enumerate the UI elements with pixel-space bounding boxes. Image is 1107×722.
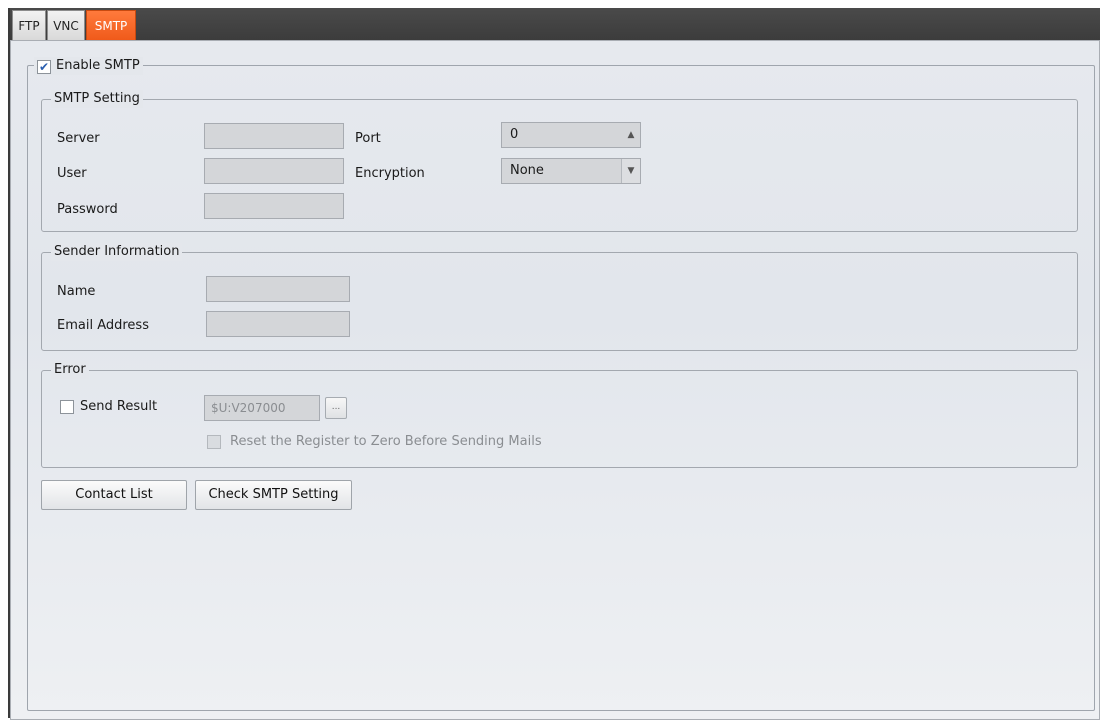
- tab-strip: [10, 8, 1100, 40]
- password-label: Password: [57, 202, 118, 217]
- sender-name-input[interactable]: [206, 276, 350, 302]
- contact-list-button[interactable]: Contact List: [41, 480, 187, 510]
- port-label: Port: [355, 131, 381, 146]
- enable-smtp-checkbox[interactable]: ✔: [37, 60, 51, 74]
- send-result-checkbox[interactable]: [60, 400, 74, 414]
- user-label: User: [57, 166, 87, 181]
- register-browse-button[interactable]: ...: [325, 397, 347, 419]
- tab-smtp[interactable]: SMTP: [86, 10, 136, 40]
- sender-information-legend: Sender Information: [51, 243, 183, 261]
- encryption-value: None: [510, 163, 544, 178]
- sender-information-group: [41, 252, 1078, 351]
- error-group: [41, 370, 1078, 468]
- reset-register-checkbox[interactable]: [207, 435, 221, 449]
- email-address-label: Email Address: [57, 318, 149, 333]
- register-input[interactable]: $U:V207000: [204, 395, 320, 421]
- tab-vnc[interactable]: VNC: [47, 10, 85, 40]
- dropdown-icon[interactable]: ▼: [621, 159, 640, 183]
- encryption-select[interactable]: None ▼: [501, 158, 641, 184]
- encryption-label: Encryption: [355, 166, 425, 181]
- port-spinner[interactable]: 0 ▲: [501, 122, 641, 148]
- name-label: Name: [57, 284, 96, 299]
- server-label: Server: [57, 131, 100, 146]
- password-input[interactable]: [204, 193, 344, 219]
- enable-smtp-label: Enable SMTP: [56, 58, 140, 73]
- tab-ftp[interactable]: FTP: [12, 10, 46, 40]
- sender-email-input[interactable]: [206, 311, 350, 337]
- port-value: 0: [510, 127, 519, 142]
- checkmark-icon: ✔: [38, 60, 50, 74]
- error-legend: Error: [51, 361, 89, 379]
- reset-register-label: Reset the Register to Zero Before Sendin…: [230, 434, 542, 449]
- server-input[interactable]: [204, 123, 344, 149]
- enable-smtp-legend: ✔ Enable SMTP: [34, 57, 143, 75]
- spin-up-icon[interactable]: ▲: [622, 123, 640, 147]
- check-smtp-setting-button[interactable]: Check SMTP Setting: [195, 480, 352, 510]
- user-input[interactable]: [204, 158, 344, 184]
- send-result-label: Send Result: [80, 399, 158, 414]
- smtp-setting-legend: SMTP Setting: [51, 90, 143, 108]
